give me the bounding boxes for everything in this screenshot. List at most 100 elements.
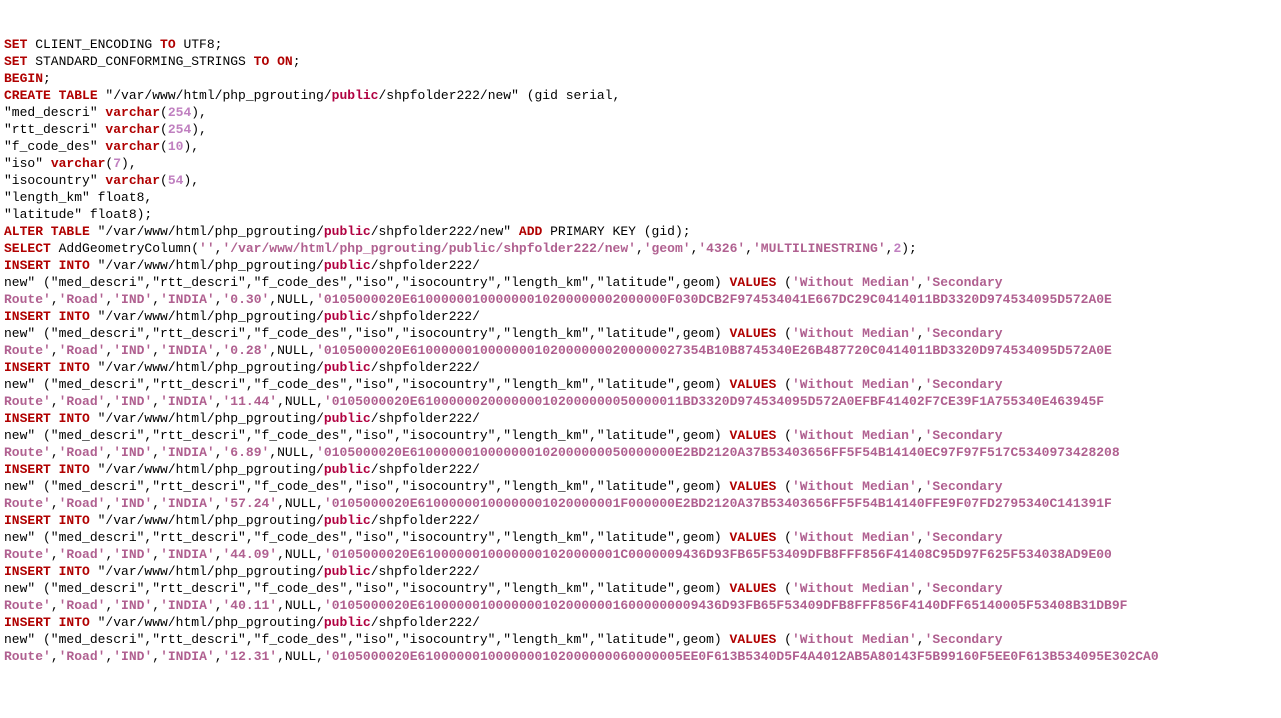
token: 'Secondary xyxy=(925,326,1011,341)
token: "/var/www/html/php_pgrouting/ xyxy=(90,309,324,324)
token: '0105000020E6100000010000000102000000060… xyxy=(324,649,1159,664)
token: "/var/www/html/php_pgrouting/ xyxy=(90,615,324,630)
token: , xyxy=(152,343,160,358)
token: ,NULL, xyxy=(277,496,324,511)
token: 'Without Median' xyxy=(792,479,917,494)
code-line: new" ("med_descri","rtt_descri","f_code_… xyxy=(4,580,1281,597)
code-line: "rtt_descri" varchar(254), xyxy=(4,121,1281,138)
token: 'Secondary xyxy=(925,377,1011,392)
token: "rtt_descri" xyxy=(4,122,105,137)
code-line: new" ("med_descri","rtt_descri","f_code_… xyxy=(4,325,1281,342)
token: , xyxy=(917,326,925,341)
token: 'INDIA' xyxy=(160,547,215,562)
token: , xyxy=(152,394,160,409)
token: 'INDIA' xyxy=(160,598,215,613)
token: varchar xyxy=(105,122,160,137)
token: ,NULL, xyxy=(269,343,316,358)
token: "iso" xyxy=(4,156,51,171)
token: new" ("med_descri","rtt_descri","f_code_… xyxy=(4,530,730,545)
token: public xyxy=(324,462,371,477)
token: ,NULL, xyxy=(277,598,324,613)
token: 'Without Median' xyxy=(792,326,917,341)
sql-code-block: SET CLIENT_ENCODING TO UTF8;SET STANDARD… xyxy=(4,36,1281,665)
token: VALUES xyxy=(730,326,777,341)
token: 'Road' xyxy=(59,445,106,460)
token: ( xyxy=(776,530,792,545)
token: SET xyxy=(4,54,27,69)
token: new" ("med_descri","rtt_descri","f_code_… xyxy=(4,632,730,647)
code-line: "f_code_des" varchar(10), xyxy=(4,138,1281,155)
token: INSERT INTO xyxy=(4,513,90,528)
token: , xyxy=(215,292,223,307)
token: '0105000020E61000000100000001020000001C0… xyxy=(324,547,1112,562)
code-line: SET STANDARD_CONFORMING_STRINGS TO ON; xyxy=(4,53,1281,70)
token: 'INDIA' xyxy=(160,445,215,460)
token: , xyxy=(51,649,59,664)
token: VALUES xyxy=(730,479,777,494)
token: varchar xyxy=(105,173,160,188)
code-line: new" ("med_descri","rtt_descri","f_code_… xyxy=(4,427,1281,444)
token: 'Without Median' xyxy=(792,632,917,647)
token: , xyxy=(917,530,925,545)
token: /shpfolder222/new" xyxy=(371,224,519,239)
token: ( xyxy=(776,428,792,443)
token: ALTER TABLE xyxy=(4,224,90,239)
token: ,NULL, xyxy=(269,292,316,307)
token: , xyxy=(152,496,160,511)
code-line: new" ("med_descri","rtt_descri","f_code_… xyxy=(4,529,1281,546)
token: "/var/www/html/php_pgrouting/ xyxy=(90,411,324,426)
token: VALUES xyxy=(730,581,777,596)
token: UTF8; xyxy=(176,37,223,52)
token: 254 xyxy=(168,105,191,120)
token: 'Road' xyxy=(59,394,106,409)
token: , xyxy=(215,649,223,664)
token: "f_code_des" xyxy=(4,139,105,154)
token: public xyxy=(324,258,371,273)
token: '0105000020E6100000010000000102000000050… xyxy=(316,445,1120,460)
token: ( xyxy=(776,581,792,596)
token: "/var/www/html/php_pgrouting/ xyxy=(90,224,324,239)
token: '0.30' xyxy=(223,292,270,307)
token: 'Without Median' xyxy=(792,428,917,443)
token: varchar xyxy=(51,156,106,171)
code-line: INSERT INTO "/var/www/html/php_pgrouting… xyxy=(4,563,1281,580)
token: , xyxy=(51,496,59,511)
token: '0105000020E6100000010000000102000000160… xyxy=(324,598,1128,613)
token: 254 xyxy=(168,122,191,137)
token: VALUES xyxy=(730,632,777,647)
token: /shpfolder222/ xyxy=(371,615,480,630)
token: Route' xyxy=(4,496,51,511)
token: 'IND' xyxy=(113,547,152,562)
token: 'Without Median' xyxy=(792,377,917,392)
token: 'Secondary xyxy=(925,428,1011,443)
token: 'INDIA' xyxy=(160,292,215,307)
token: , xyxy=(917,632,925,647)
code-line: INSERT INTO "/var/www/html/php_pgrouting… xyxy=(4,359,1281,376)
token: INSERT INTO xyxy=(4,258,90,273)
token: 'Road' xyxy=(59,598,106,613)
token: '0105000020E6100000010000000102000000020… xyxy=(316,343,1112,358)
code-line: new" ("med_descri","rtt_descri","f_code_… xyxy=(4,274,1281,291)
token: '40.11' xyxy=(223,598,278,613)
token: , xyxy=(917,377,925,392)
token: , xyxy=(51,292,59,307)
token: /shpfolder222/ xyxy=(371,513,480,528)
token: 'Secondary xyxy=(925,479,1011,494)
token: VALUES xyxy=(730,275,777,290)
token: new" ("med_descri","rtt_descri","f_code_… xyxy=(4,428,730,443)
token: ( xyxy=(776,326,792,341)
token: public xyxy=(324,309,371,324)
code-line: "iso" varchar(7), xyxy=(4,155,1281,172)
token: new" ("med_descri","rtt_descri","f_code_… xyxy=(4,275,730,290)
token: , xyxy=(215,496,223,511)
token: 'Road' xyxy=(59,496,106,511)
token: ( xyxy=(776,632,792,647)
code-line: new" ("med_descri","rtt_descri","f_code_… xyxy=(4,478,1281,495)
token: 'geom' xyxy=(644,241,691,256)
token: ), xyxy=(191,105,207,120)
token: "/var/www/html/php_pgrouting/ xyxy=(90,564,324,579)
token: , xyxy=(917,581,925,596)
token: , xyxy=(215,445,223,460)
token: /shpfolder222/ xyxy=(371,411,480,426)
token: new" ("med_descri","rtt_descri","f_code_… xyxy=(4,377,730,392)
